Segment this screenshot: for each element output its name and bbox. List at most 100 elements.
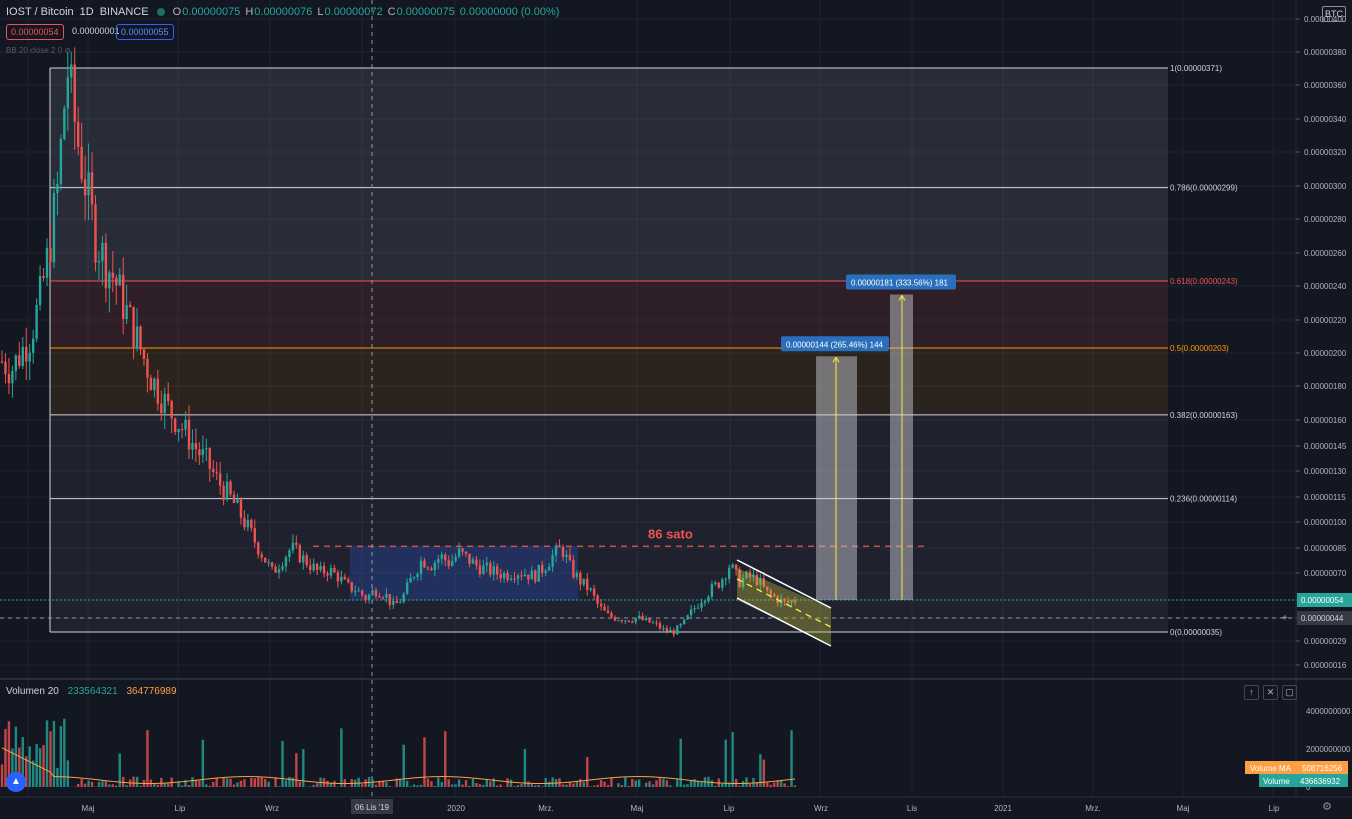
gear-icon[interactable]: ⚙ bbox=[1322, 800, 1332, 813]
candle-body bbox=[302, 555, 305, 563]
volume-bar bbox=[312, 784, 315, 787]
candle-body bbox=[218, 473, 222, 486]
volume-bar bbox=[741, 780, 745, 787]
candle-body bbox=[308, 565, 312, 571]
candle-body bbox=[45, 247, 49, 278]
candle-body bbox=[547, 566, 551, 571]
candle-body bbox=[520, 575, 523, 577]
volume-bar bbox=[232, 784, 236, 787]
price-tick-label: 0.00000320 bbox=[1304, 148, 1347, 157]
volume-bar bbox=[568, 782, 572, 787]
candle-body bbox=[589, 588, 592, 590]
volume-bar bbox=[437, 777, 440, 787]
candle-body bbox=[631, 621, 634, 623]
candle-body bbox=[409, 578, 412, 583]
candle-body bbox=[229, 481, 232, 495]
candle-body bbox=[728, 567, 731, 579]
interval[interactable]: 1D bbox=[80, 6, 94, 18]
candle-body bbox=[243, 517, 246, 528]
volume-bar bbox=[475, 782, 478, 787]
ask-price[interactable]: 0.00000055 bbox=[116, 24, 174, 40]
volume-bar bbox=[513, 786, 516, 787]
volume-label[interactable]: Volumen 20 bbox=[6, 686, 59, 697]
candle-body bbox=[686, 615, 689, 620]
volume-bar bbox=[506, 778, 509, 787]
candle-body bbox=[437, 558, 440, 563]
change-value: 0.00000000 (0.00%) bbox=[459, 6, 560, 18]
candle-body bbox=[156, 378, 160, 404]
candle-body bbox=[412, 577, 416, 579]
volume-bar bbox=[489, 781, 492, 787]
move-up-icon[interactable]: ↑ bbox=[1244, 685, 1259, 700]
time-tick-label: Maj bbox=[631, 804, 644, 813]
candle-body bbox=[298, 545, 302, 563]
fib-zone bbox=[50, 281, 1168, 349]
candle-body bbox=[485, 562, 489, 566]
candle-body bbox=[714, 582, 717, 585]
volume-bar bbox=[495, 785, 499, 787]
volume-bar bbox=[160, 777, 163, 787]
candle-body bbox=[426, 567, 430, 569]
candle-body bbox=[167, 393, 170, 401]
candle-body bbox=[530, 570, 534, 580]
candle-body bbox=[257, 542, 260, 555]
volume-bar bbox=[277, 786, 281, 787]
bid-price[interactable]: 0.00000054 bbox=[6, 24, 64, 40]
candle-body bbox=[568, 554, 572, 561]
candle-body bbox=[104, 242, 108, 289]
candle-body bbox=[447, 560, 450, 566]
volume-bar bbox=[631, 778, 634, 787]
volume-bar bbox=[551, 777, 554, 787]
volume-ma-value: 364776989 bbox=[126, 686, 177, 697]
candle-body bbox=[115, 277, 118, 286]
candle-body bbox=[596, 595, 599, 604]
currency-button[interactable]: BTC bbox=[1322, 6, 1346, 22]
candle-body bbox=[509, 578, 513, 580]
volume-bar bbox=[180, 785, 184, 787]
candle-body bbox=[153, 378, 156, 391]
price-tick-label: 0.00000115 bbox=[1304, 493, 1346, 502]
volume-bar bbox=[745, 777, 748, 787]
volume-bar bbox=[793, 785, 797, 787]
price-tick-label: 0.00000360 bbox=[1304, 81, 1347, 90]
candle-body bbox=[14, 355, 18, 372]
close-icon[interactable]: ✕ bbox=[1263, 685, 1278, 700]
time-tick-label: 2020 bbox=[447, 804, 465, 813]
volume-bar bbox=[537, 785, 540, 787]
candle-body bbox=[378, 596, 381, 598]
candle-body bbox=[440, 554, 443, 559]
volume-bar bbox=[648, 781, 651, 787]
time-tick-label: Mrz. bbox=[538, 804, 554, 813]
candle-body bbox=[461, 548, 464, 552]
volume-bar bbox=[478, 784, 482, 787]
candle-body bbox=[139, 326, 142, 350]
tradingview-logo-icon[interactable]: ▲ bbox=[6, 772, 26, 792]
eye-hidden-icon[interactable]: ⊘ bbox=[64, 46, 71, 55]
symbol-name[interactable]: IOST / Bitcoin bbox=[6, 6, 74, 18]
volume-bar bbox=[253, 778, 256, 787]
consolidation-box[interactable] bbox=[349, 545, 579, 601]
chart-canvas[interactable]: 1(0.00000371) 0.786(0.00000299) 0.618(0.00… bbox=[0, 0, 1352, 819]
candle-body bbox=[734, 564, 738, 570]
candle-body bbox=[482, 565, 485, 575]
fib-zone bbox=[50, 68, 1168, 282]
volume-bar bbox=[28, 746, 31, 787]
candle-body bbox=[658, 623, 662, 629]
volume-value: 233564321 bbox=[67, 686, 118, 697]
volume-bar bbox=[627, 785, 630, 787]
candle-body bbox=[122, 274, 125, 319]
fib-level-label: 0.5(0.00000203) bbox=[1170, 344, 1229, 353]
candle-body bbox=[572, 560, 575, 578]
maximize-icon[interactable]: ▢ bbox=[1282, 685, 1297, 700]
candle-body bbox=[305, 555, 308, 566]
volume-bar bbox=[52, 720, 56, 787]
candle-body bbox=[565, 554, 568, 558]
volume-bar bbox=[724, 739, 727, 787]
volume-bar bbox=[405, 780, 409, 787]
candle-body bbox=[239, 499, 243, 518]
price-tick-label: 0.00000029 bbox=[1304, 637, 1347, 646]
volume-bar bbox=[662, 778, 665, 787]
volume-bar bbox=[49, 731, 52, 787]
indicator-legend[interactable]: BB 20 close 2 0 ⊘ bbox=[6, 46, 71, 55]
candle-body bbox=[288, 550, 291, 558]
